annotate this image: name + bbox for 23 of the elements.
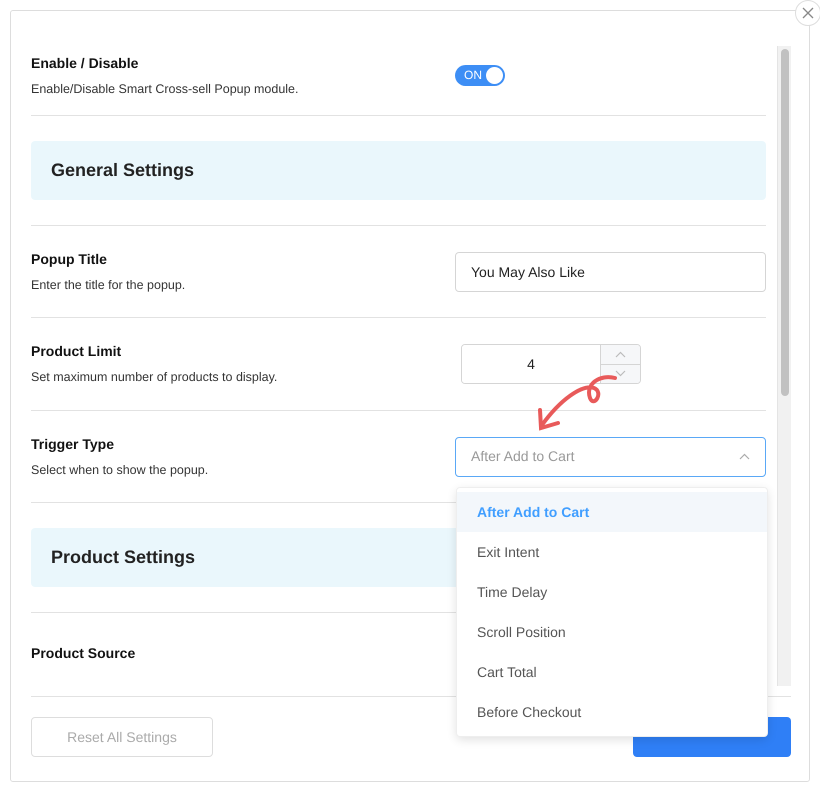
number-input[interactable]: 4 [461,344,641,384]
field-label: Enable / Disable [31,54,140,73]
chevron-down-icon [615,370,626,378]
field-label: Popup Title [31,250,108,269]
close-icon [802,7,814,19]
field-label: Trigger Type [31,434,115,454]
close-button[interactable] [795,0,820,26]
field-label: Product Source [31,644,136,663]
field-description: Select when to show the popup. [31,462,210,479]
section-heading: General Settings [31,141,766,200]
select-value: After Add to Cart [471,447,574,466]
text-input[interactable]: You May Also Like [455,252,766,292]
field-label: Product Limit [31,342,122,362]
field-description: Enable/Disable Smart Cross-sell Popup module. [31,80,300,98]
dropdown-option[interactable]: Before Checkout [457,692,767,732]
dropdown-option[interactable]: Scroll Position [457,612,767,652]
field-description: Set maximum number of products to display. [31,369,278,386]
chevron-up-icon [739,453,750,460]
dropdown-option[interactable]: Cart Total [457,652,767,692]
scrollbar[interactable] [777,46,791,686]
dropdown-option[interactable]: Exit Intent [457,532,767,572]
chevron-up-icon [615,350,626,358]
field-description: Enter the title for the popup. [31,276,186,294]
